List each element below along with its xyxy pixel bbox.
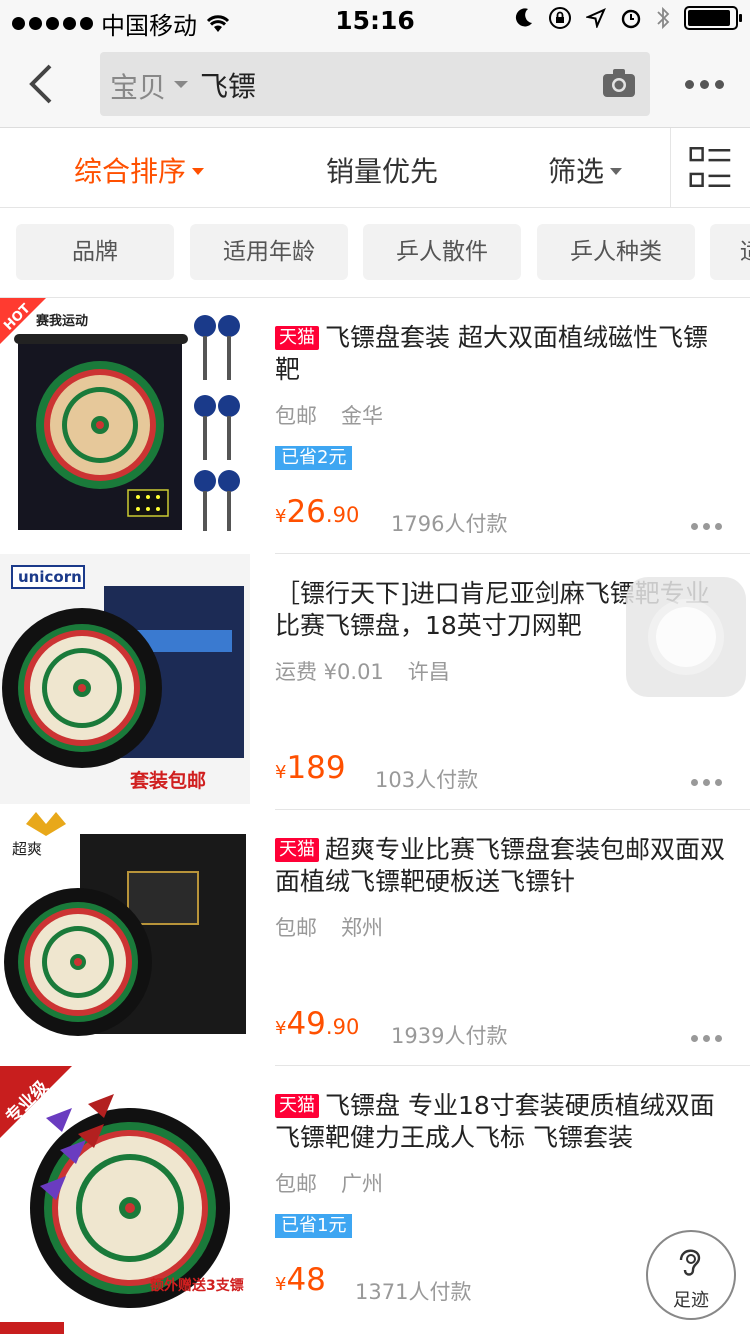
more-options-button[interactable]	[691, 1035, 722, 1042]
filter-chips: 品牌 适用年龄 乒人散件 乒人种类 适	[0, 208, 750, 298]
status-bar: 中国移动 15:16	[0, 0, 750, 40]
search-query[interactable]: 飞镖	[200, 65, 256, 105]
search-header: 宝贝 飞镖	[0, 40, 750, 128]
discount-badge: 已省1元	[275, 1214, 353, 1238]
product-brand: 超爽	[12, 840, 43, 858]
alarm-icon	[621, 9, 641, 29]
sales-count: 1371人付款	[355, 1280, 472, 1304]
product-price: ¥26.90	[275, 494, 360, 530]
shipping-label: 包邮	[275, 916, 317, 940]
caret-down-icon	[610, 167, 623, 175]
product-title[interactable]: 天猫 飞镖盘套装 超大双面植绒磁性飞镖靶	[275, 322, 730, 386]
filter-button[interactable]: 筛选	[548, 150, 623, 190]
sort-comprehensive[interactable]: 综合排序	[74, 150, 205, 190]
back-button[interactable]	[22, 62, 62, 106]
filter-label: 筛选	[548, 155, 605, 188]
chip-age[interactable]: 适用年龄	[190, 224, 348, 280]
location-icon	[586, 8, 606, 28]
product-title[interactable]: 天猫 超爽专业比赛飞镖盘套装包邮双面双面植绒飞镖靶硬板送飞镖针	[275, 834, 730, 898]
dartboard-image	[0, 298, 250, 548]
sales-count: 1796人付款	[391, 512, 508, 536]
image-caption: 套装包邮	[130, 770, 207, 792]
chevron-down-icon	[174, 81, 188, 88]
product-price: ¥49.90	[275, 1006, 360, 1042]
product-brand: 赛我运动	[36, 314, 89, 329]
product-brand: unicorn	[18, 568, 82, 586]
product-item[interactable]: 专业级 额外赠送3支镖 天猫 飞镖盘 专业18寸套装硬质植绒双面飞镖靶健力王成人飞…	[0, 1066, 750, 1322]
battery-icon	[684, 6, 742, 30]
sort-sales-label: 销量优先	[326, 155, 439, 188]
search-category-select[interactable]: 宝贝	[110, 66, 166, 106]
assistive-touch-button[interactable]	[626, 577, 746, 697]
more-options-button[interactable]	[691, 523, 722, 530]
footprint-label: 足迹	[673, 1290, 709, 1311]
product-image[interactable]: 专业级 额外赠送3支镖	[0, 1066, 250, 1316]
product-price: ¥48	[275, 1262, 326, 1298]
chip-parts[interactable]: 乒人散件	[363, 224, 521, 280]
rotation-lock-icon	[549, 7, 571, 29]
sort-comprehensive-label: 综合排序	[74, 155, 187, 188]
chip-brand[interactable]: 品牌	[16, 224, 174, 280]
product-image[interactable]: 超爽	[0, 810, 250, 1060]
tmall-badge: 天猫	[275, 838, 319, 862]
location-label: 郑州	[341, 916, 383, 940]
tmall-badge: 天猫	[275, 326, 319, 350]
camera-icon[interactable]	[602, 68, 636, 98]
product-image[interactable]: HOT 赛我运动	[0, 298, 250, 548]
product-item[interactable]: HOT 赛我运动 天猫 飞镖盘套装 超大双面植绒磁性飞镖靶 包邮 金华 已省2元 ¥…	[0, 298, 750, 554]
chip-type[interactable]: 乒人种类	[537, 224, 695, 280]
more-options-button[interactable]	[691, 779, 722, 786]
moon-icon	[515, 8, 532, 27]
sales-count: 103人付款	[375, 768, 479, 792]
shipping-label: 包邮	[275, 404, 317, 428]
location-label: 金华	[341, 404, 383, 428]
product-image[interactable]: unicorn 套装包邮	[0, 554, 250, 804]
product-title[interactable]: 天猫 飞镖盘 专业18寸套装硬质植绒双面飞镖靶健力王成人飞标 飞镖套装	[275, 1090, 730, 1154]
sort-bar: 综合排序 销量优先 筛选	[0, 128, 750, 208]
product-price: ¥189	[275, 750, 346, 786]
tmall-badge: 天猫	[275, 1094, 319, 1118]
caret-down-icon	[192, 167, 205, 175]
product-meta: 包邮 金华	[275, 400, 383, 430]
next-product-peek	[0, 1322, 64, 1334]
location-label: 广州	[341, 1172, 383, 1196]
product-meta: 包邮 郑州	[275, 912, 383, 942]
dartboard-image	[0, 554, 250, 804]
view-toggle-icon[interactable]	[670, 128, 750, 208]
sort-sales[interactable]: 销量优先	[326, 150, 438, 190]
location-label: 许昌	[407, 660, 450, 684]
product-meta: 运费 ¥0.01 许昌	[275, 656, 450, 686]
search-input[interactable]: 宝贝 飞镖	[100, 52, 650, 116]
bluetooth-icon	[657, 6, 670, 30]
footprint-button[interactable]: 足迹	[646, 1230, 736, 1320]
footprint-icon	[679, 1249, 701, 1276]
product-meta: 包邮 广州	[275, 1168, 383, 1198]
sales-count: 1939人付款	[391, 1024, 508, 1048]
product-item[interactable]: 超爽 天猫 超爽专业比赛飞镖盘套装包邮双面双面植绒飞镖靶硬板送飞镖针 包邮 郑州 ¥…	[0, 810, 750, 1066]
image-caption: 额外赠送3支镖	[150, 1278, 244, 1294]
shipping-label: 运费 ¥0.01	[275, 660, 384, 684]
discount-badge: 已省2元	[275, 446, 353, 470]
chip-more[interactable]: 适	[710, 224, 750, 280]
shipping-label: 包邮	[275, 1172, 317, 1196]
more-menu-button[interactable]	[685, 80, 724, 89]
